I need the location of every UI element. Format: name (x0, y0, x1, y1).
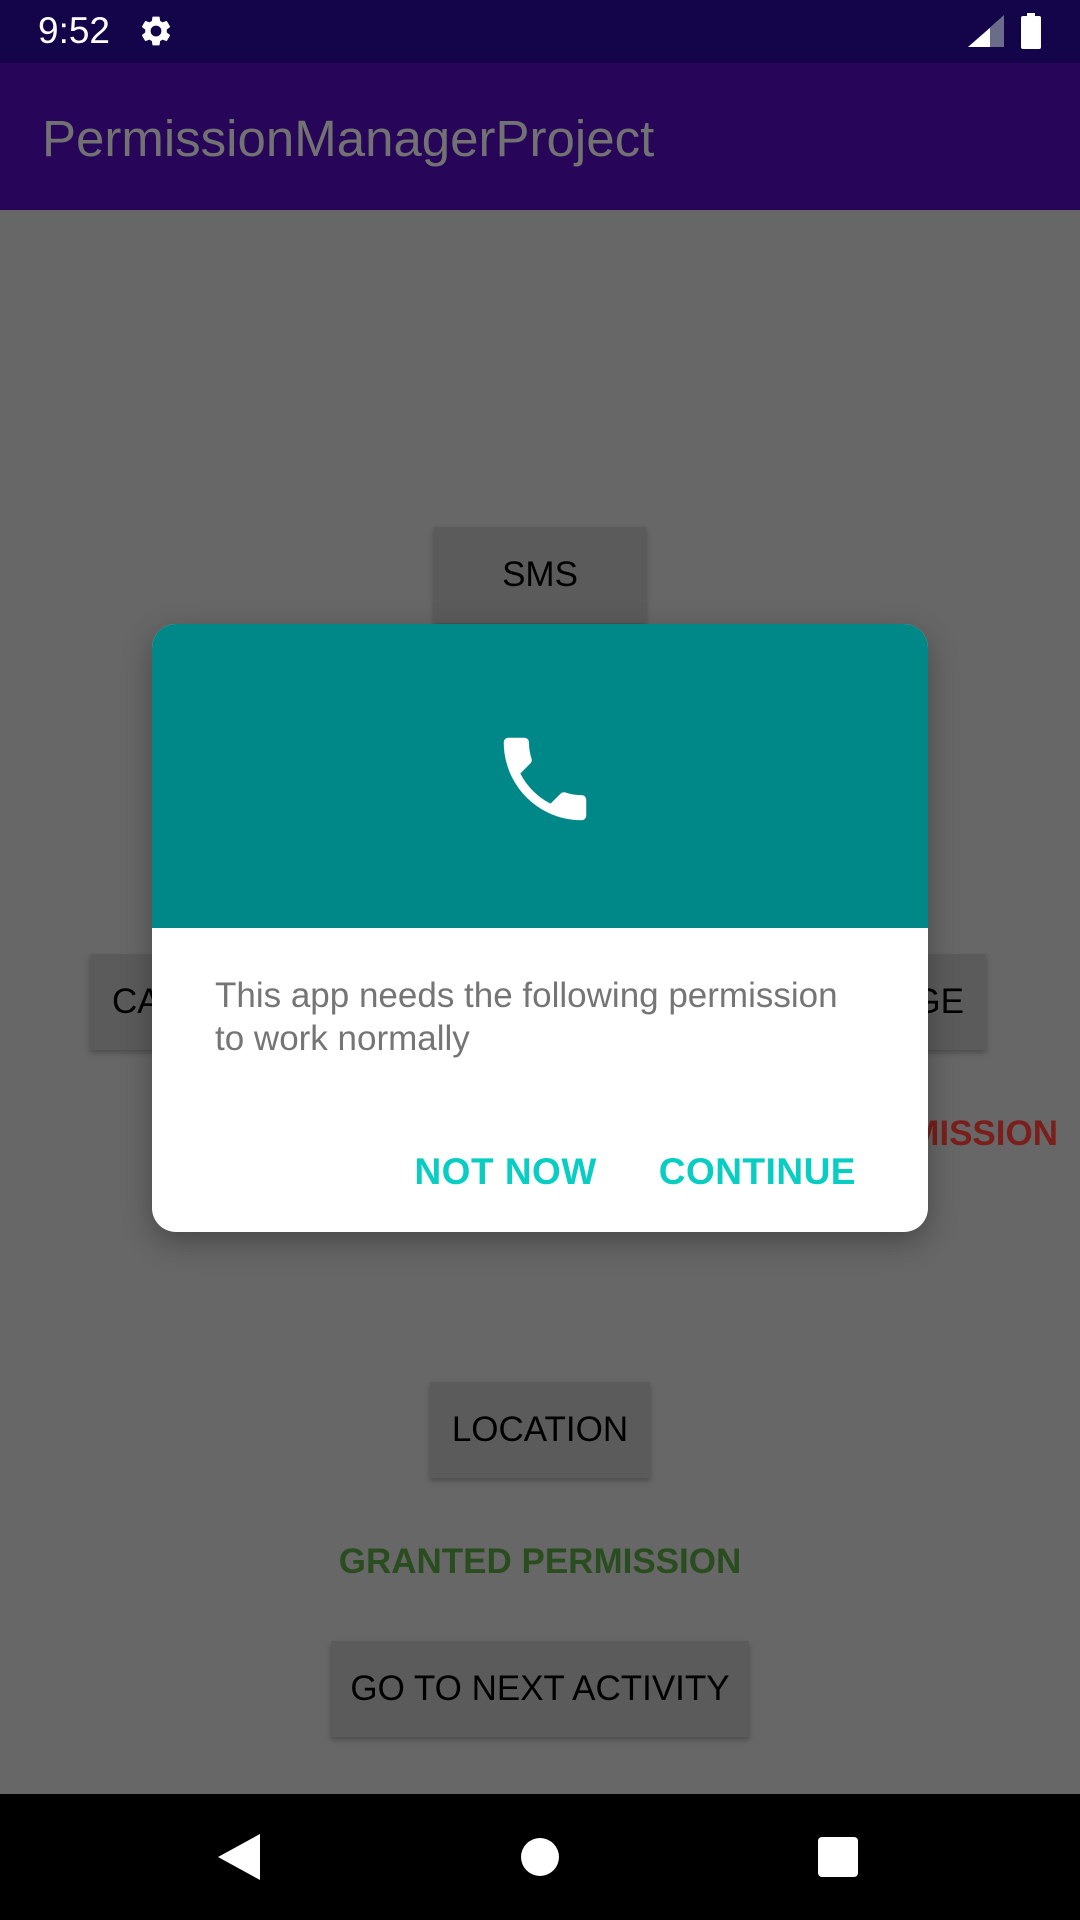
location-button[interactable]: LOCATION (430, 1382, 650, 1478)
go-to-next-activity-button[interactable]: GO TO NEXT ACTIVITY (331, 1641, 749, 1737)
battery-icon (1021, 13, 1041, 49)
not-now-button[interactable]: NOT NOW (414, 1144, 596, 1200)
dialog-message: This app needs the following permission … (215, 976, 838, 1058)
app-title: PermissionManagerProject (42, 110, 655, 167)
continue-button[interactable]: CONTINUE (659, 1144, 856, 1200)
dialog-header (152, 624, 928, 928)
phone-icon (503, 737, 587, 821)
cellular-signal-icon (968, 15, 1004, 47)
permission-dialog: This app needs the following permission … (152, 624, 928, 1232)
app-bar: PermissionManagerProject (0, 63, 1080, 210)
granted-permission-status: GRANTED PERMISSION (338, 1542, 742, 1581)
status-bar: 9:52 (0, 0, 1080, 63)
gear-icon (141, 16, 171, 46)
navigation-bar (0, 1794, 1080, 1920)
status-time: 9:52 (38, 10, 111, 51)
home-icon[interactable] (521, 1838, 559, 1876)
dialog-actions: NOT NOW CONTINUE (352, 1144, 856, 1200)
back-icon[interactable] (218, 1834, 260, 1880)
sms-button[interactable]: SMS (434, 527, 646, 623)
recents-icon[interactable] (818, 1837, 858, 1877)
